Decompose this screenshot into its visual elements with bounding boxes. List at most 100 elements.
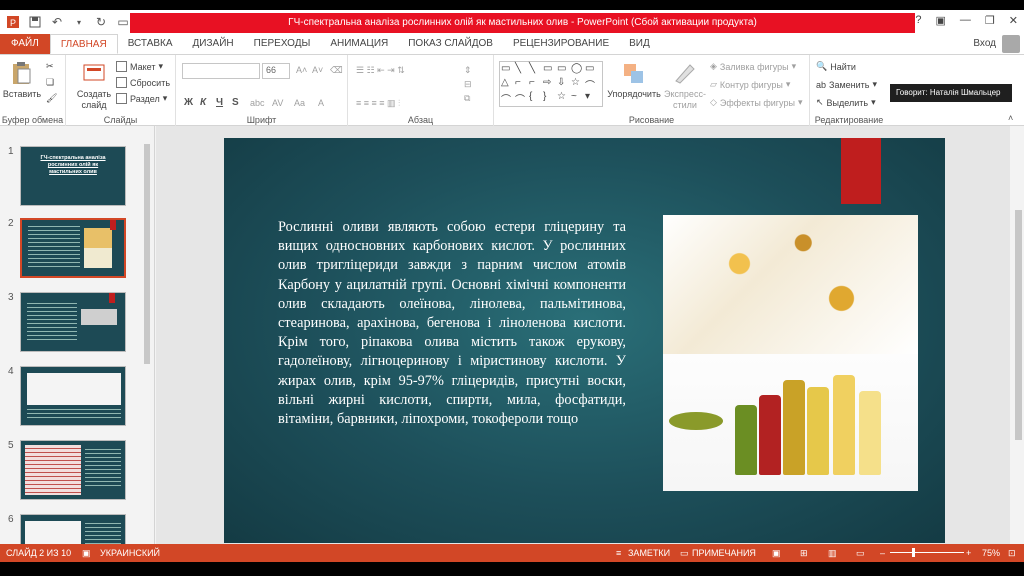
arrange-button[interactable]: Упорядочить [606,61,662,100]
tab-home[interactable]: ГЛАВНАЯ [49,34,118,54]
slide-thumbnail-3[interactable] [20,292,126,352]
dropdown-icon[interactable]: ▾ [70,13,88,31]
tab-design[interactable]: ДИЗАЙН [183,34,244,54]
thumb-number: 5 [8,440,14,451]
tab-review[interactable]: РЕЦЕНЗИРОВАНИЕ [503,34,619,54]
spellcheck-icon[interactable]: ▣ [82,548,91,559]
fit-slide-icon[interactable]: ⊡ [1008,548,1016,559]
shape-fill-button[interactable]: ◈ Заливка фигуры ▾ [710,61,796,72]
shapes-gallery[interactable]: ▭ ╲ ╲ ▭ ▭ ◯ ▭ △ ⌐ ⌐ ⇨ ⇩ ☆ ⌒ ⌒ ⌒{} ☆ ~ ▾ [499,61,603,107]
slides-group: Создать слайд Макет ▾ Сбросить Раздел ▾ … [66,55,176,127]
thumb-number: 1 [8,146,14,157]
molecule-image[interactable] [663,215,918,354]
font-size-field[interactable]: 66 [262,63,290,79]
tab-view[interactable]: ВИД [619,34,660,54]
clear-format-icon[interactable]: ⌫ [330,65,343,76]
svg-text:P: P [10,18,16,28]
slide-thumbnail-5[interactable] [20,440,126,500]
collapse-ribbon-icon[interactable]: ˄ [1008,113,1013,123]
case-button[interactable]: Aa [294,98,305,108]
slide-thumbnail-6[interactable] [20,514,126,544]
save-icon[interactable] [26,13,44,31]
shape-outline-button[interactable]: ▱ Контур фигуры ▾ [710,79,790,90]
zoom-level[interactable]: 75% [982,548,1000,558]
quick-styles-button[interactable]: Экспресс- стили [662,61,708,111]
reading-view-icon[interactable]: ▥ [828,548,837,559]
zoom-slider[interactable] [890,552,964,553]
align-text-icon[interactable]: ⊟ [464,79,472,90]
thumbnail-title: ГЧ-спектральна аналіза рослинних олій як… [40,155,106,175]
editing-group-label: Редактирование [814,115,884,125]
font-group-label: Шрифт [246,115,277,125]
select-button[interactable]: ↖ Выделить ▾ [816,97,876,108]
bold-button[interactable]: Ж [184,97,193,108]
font-color-button[interactable]: A [318,98,324,108]
sign-in-link[interactable]: Вход [973,38,996,49]
zoom-out-icon[interactable]: – [880,548,885,558]
bullets-icon[interactable]: ☰ ☷ ⇤ ⇥ ⇅ [356,65,405,76]
zoom-in-icon[interactable]: + [966,548,971,558]
tab-transitions[interactable]: ПЕРЕХОДЫ [244,34,321,54]
text-direction-icon[interactable]: ⇕ [464,65,472,76]
shape-effects-button[interactable]: ◇ Эффекты фигуры ▾ [710,97,802,108]
paste-button[interactable]: Вставить [3,61,41,100]
ribbon-display-icon[interactable]: ▣ [936,14,946,27]
layout-button[interactable]: Макет ▾ [116,61,163,72]
italic-button[interactable]: К [200,97,206,108]
help-icon[interactable]: ? [915,14,921,27]
slide-thumbnail-1[interactable]: ГЧ-спектральна аналіза рослинних олій як… [20,146,126,206]
find-button[interactable]: 🔍 Найти [816,61,856,72]
font-group: 66 A˄ A˅ ⌫ Ж К Ч S abc AV Aa A Шрифт [176,55,348,127]
cut-icon[interactable]: ✂ [46,61,54,72]
slide-thumbnail-4[interactable] [20,366,126,426]
restore-button[interactable]: ❐ [985,14,995,27]
grow-font-icon[interactable]: A˄ [296,65,307,75]
section-button[interactable]: Раздел ▾ [116,93,167,104]
new-slide-button[interactable]: Создать слайд [76,61,112,111]
strikethrough-button[interactable]: abc [250,98,265,108]
font-name-field[interactable] [182,63,260,79]
thumbnails-scrollbar[interactable] [142,130,152,544]
new-slide-icon [83,64,105,81]
reset-button[interactable]: Сбросить [116,77,170,88]
redo-icon[interactable]: ↻ [92,13,110,31]
tab-slideshow[interactable]: ПОКАЗ СЛАЙДОВ [398,34,503,54]
minimize-button[interactable]: — [960,14,971,27]
zoom-slider-thumb[interactable] [912,548,915,557]
drawing-group-label: Рисование [628,115,675,125]
current-slide[interactable]: Рослинні оливи являють собою естери гліц… [224,138,945,543]
notes-button[interactable]: ЗАМЕТКИ [628,548,670,558]
smartart-icon[interactable]: ⧉ [464,93,470,104]
slide-thumbnail-2[interactable] [20,218,126,278]
title-bar: P ↶ ▾ ↻ ▭ ▾ ГЧ-спектральна аналіза росли… [0,10,1024,34]
align-icons[interactable]: ≡ ≡ ≡ ≡ ▥ ⫶ [356,98,400,109]
quick-styles-icon [675,64,695,84]
tab-animations[interactable]: АНИМАЦИЯ [320,34,398,54]
paste-icon [13,62,31,84]
notes-icon: ≡ [616,548,622,558]
shadow-button[interactable]: S [232,97,239,108]
shrink-font-icon[interactable]: A˅ [312,65,323,75]
slide-body-text[interactable]: Рослинні оливи являють собою естери гліц… [278,218,626,429]
oil-bottles-image[interactable] [663,354,918,491]
close-button[interactable]: ✕ [1009,14,1018,27]
slide-counter: СЛАЙД 2 ИЗ 10 [6,548,72,558]
copy-icon[interactable]: ❏ [46,77,54,88]
avatar[interactable] [1002,35,1020,53]
underline-button[interactable]: Ч [216,97,223,108]
tab-insert[interactable]: ВСТАВКА [118,34,183,54]
comments-button[interactable]: ПРИМЕЧАНИЯ [692,548,756,558]
window-title: ГЧ-спектральна аналіза рослинних олій як… [288,17,757,28]
normal-view-icon[interactable]: ▣ [772,548,781,559]
format-painter-icon[interactable]: 🖌 [46,93,57,104]
slide-scrollbar[interactable] [1012,126,1024,544]
tab-file[interactable]: ФАЙЛ [0,34,50,54]
language-indicator[interactable]: УКРАИНСКИЙ [100,548,160,558]
ribbon: Вставить ✂ ❏ 🖌 Буфер обмена Создать слай… [0,54,1024,127]
replace-button[interactable]: ab Заменить ▾ [816,79,877,90]
slideshow-view-icon[interactable]: ▭ [856,548,865,559]
slide-sorter-icon[interactable]: ⊞ [800,548,808,559]
slide-red-ribbon [841,138,881,204]
spacing-button[interactable]: AV [272,98,283,108]
undo-icon[interactable]: ↶ [48,13,66,31]
